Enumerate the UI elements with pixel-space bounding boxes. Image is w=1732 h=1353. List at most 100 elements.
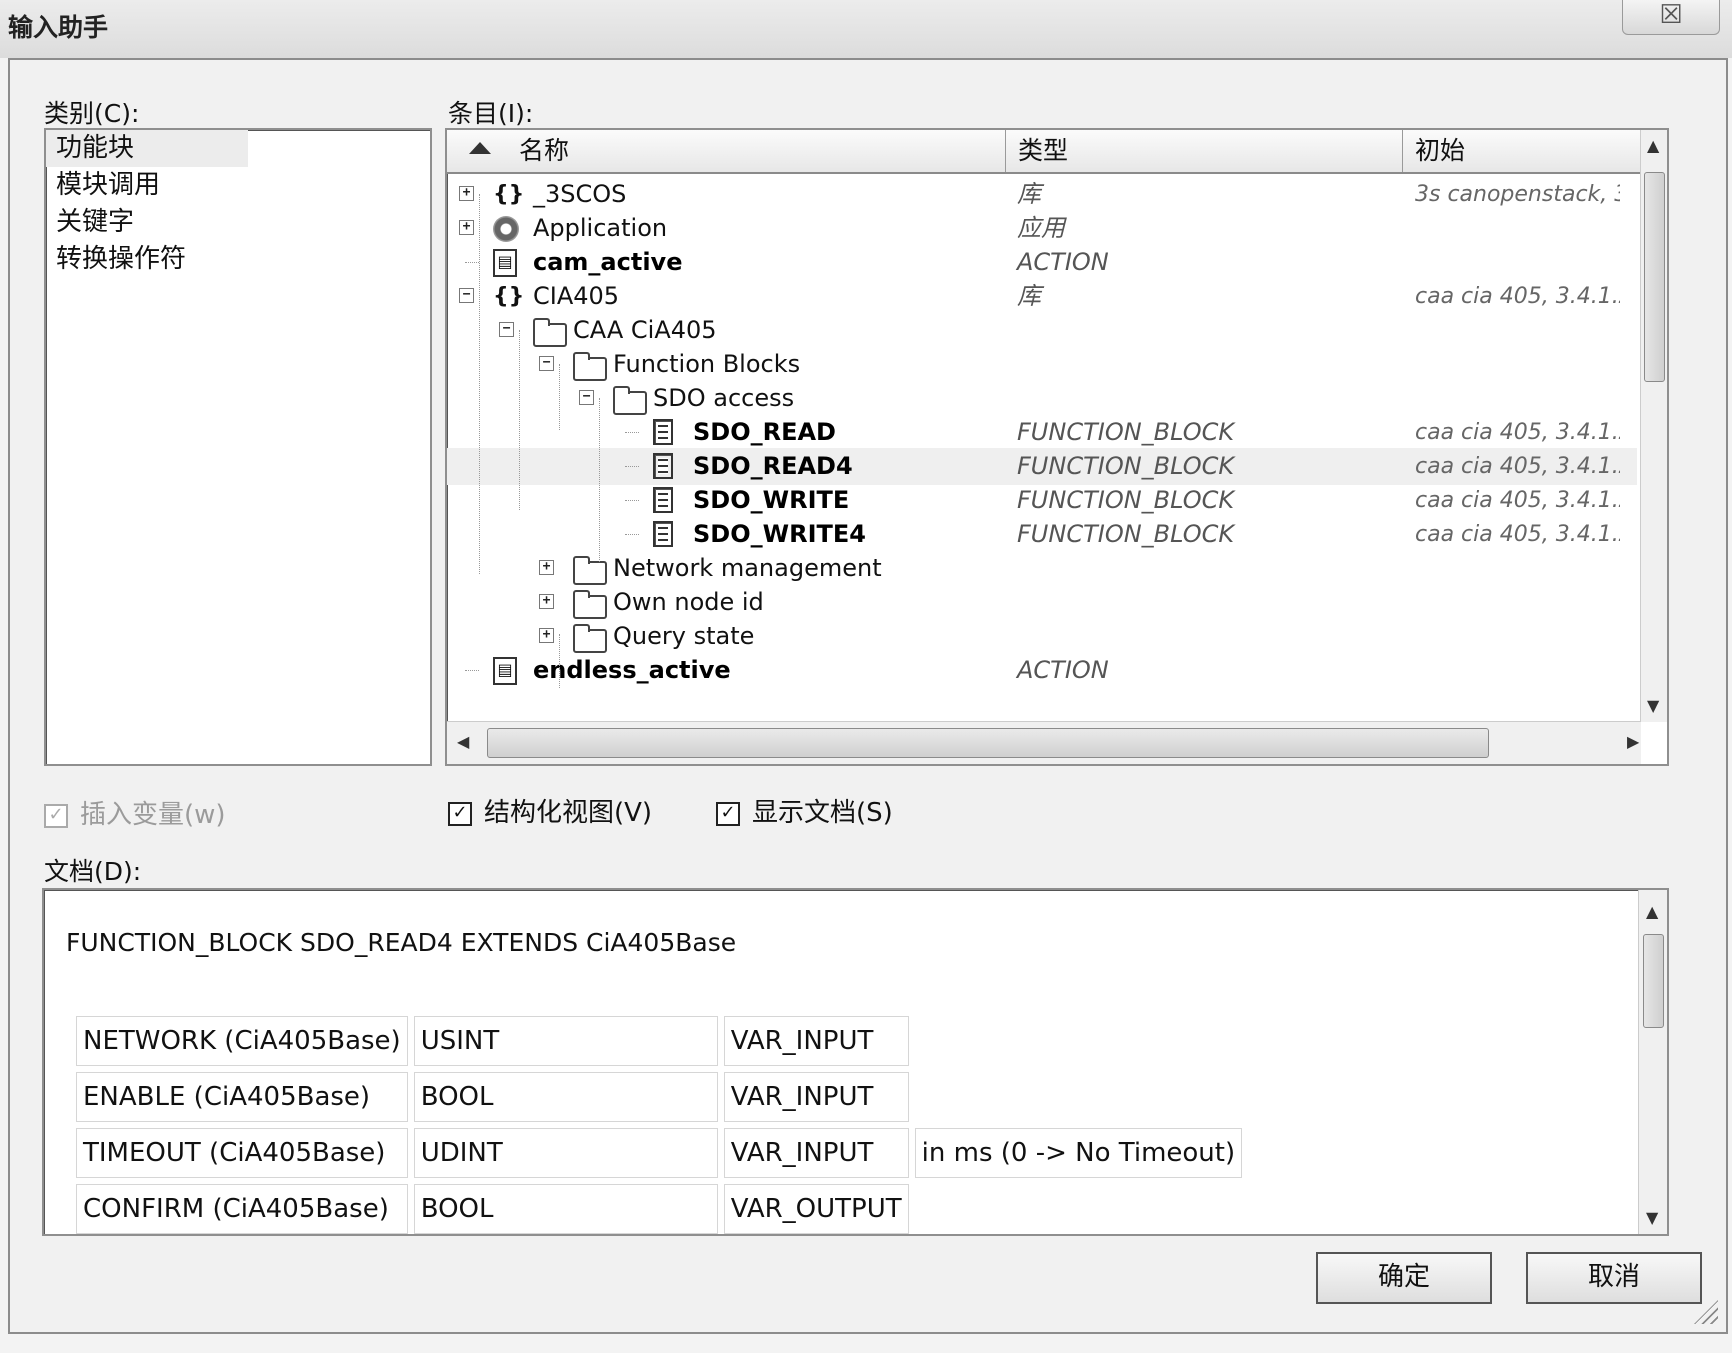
document-icon	[653, 453, 673, 479]
document-icon	[653, 419, 673, 445]
expand-icon[interactable]: +	[539, 594, 554, 609]
doc-table-cell: BOOL	[413, 1184, 718, 1234]
tree-item-init: caa cia 405, 3.4.1.20 (	[1415, 454, 1620, 479]
tree-row[interactable]: − {} CIA405 库 caa cia 405, 3.4.1.20 (	[447, 278, 1637, 315]
expand-icon[interactable]: +	[539, 628, 554, 643]
show-docs-checkbox[interactable]: ✓ 显示文档(S)	[716, 792, 893, 829]
tree-item-init: 3s canopenstack, 3.4.	[1415, 182, 1620, 207]
column-init-label: 初始	[1415, 136, 1466, 165]
tree-item-init: caa cia 405, 3.4.1.20 (	[1415, 284, 1620, 309]
collapse-icon[interactable]: −	[499, 322, 514, 337]
scroll-up-icon[interactable]: ▲	[1647, 136, 1659, 155]
column-header-type[interactable]: 类型	[1006, 130, 1403, 172]
doc-table-cell: VAR_INPUT	[723, 1072, 909, 1122]
tree-row[interactable]: + Application 应用	[447, 210, 1637, 247]
tree-connector	[465, 262, 479, 263]
tree-item-init: caa cia 405, 3.4.1.20 (	[1415, 420, 1620, 445]
tree-row[interactable]: ▤ cam_active ACTION	[447, 244, 1637, 281]
tree-row[interactable]: SDO_READ4 FUNCTION_BLOCK caa cia 405, 3.4.…	[447, 448, 1637, 485]
category-list[interactable]: 功能块 模块调用 关键字 转换操作符	[44, 128, 432, 766]
tree-item-name: SDO_WRITE	[693, 486, 850, 514]
column-name-label: 名称	[519, 136, 570, 165]
checkbox-check-icon: ✓	[44, 803, 68, 828]
tree-row[interactable]: + Own node id	[447, 584, 1637, 621]
doc-table-cell: UDINT	[413, 1128, 718, 1178]
tree-item-name: SDO_WRITE4	[693, 520, 866, 548]
expand-icon[interactable]: +	[459, 220, 474, 235]
tree-item-type: FUNCTION_BLOCK	[1017, 418, 1235, 446]
tree-connector	[625, 500, 639, 501]
scroll-left-icon[interactable]: ◀	[457, 732, 469, 751]
doc-table-cell: USINT	[413, 1016, 718, 1066]
scroll-up-icon[interactable]: ▲	[1646, 902, 1658, 921]
tree-row[interactable]: − CAA CiA405	[447, 312, 1637, 349]
tree-item-type: FUNCTION_BLOCK	[1017, 520, 1235, 548]
scroll-right-icon[interactable]: ▶	[1627, 732, 1639, 751]
tree-row[interactable]: + {} _3SCOS 库 3s canopenstack, 3.4.	[447, 176, 1637, 213]
title-bar: 输入助手 ☒	[0, 0, 1732, 58]
tree-item-name: _3SCOS	[533, 180, 627, 208]
expand-icon[interactable]: +	[459, 186, 474, 201]
window-title: 输入助手	[8, 13, 109, 42]
column-header-init[interactable]: 初始	[1403, 130, 1633, 172]
tree-row[interactable]: SDO_READ FUNCTION_BLOCK caa cia 405, 3.4.1…	[447, 414, 1637, 451]
category-item[interactable]: 关键字	[46, 204, 430, 241]
tree-item-name: SDO_READ4	[693, 452, 853, 480]
doc-vertical-scrollbar[interactable]: ▲ ▼	[1638, 890, 1667, 1234]
tree-row[interactable]: SDO_WRITE4 FUNCTION_BLOCK caa cia 405, 3.4…	[447, 516, 1637, 553]
tree-row[interactable]: SDO_WRITE FUNCTION_BLOCK caa cia 405, 3.4.…	[447, 482, 1637, 519]
doc-variable-table: NETWORK (CiA405Base) USINT VAR_INPUT ENABLE…	[70, 1010, 1248, 1234]
structured-view-label: 结构化视图(V)	[484, 798, 653, 828]
tree-header: 名称 类型 初始	[447, 130, 1655, 174]
category-item[interactable]: 模块调用	[46, 167, 430, 204]
category-item[interactable]: 转换操作符	[46, 241, 430, 278]
folder-icon	[573, 590, 607, 619]
expand-icon[interactable]: +	[539, 560, 554, 575]
tree-connector	[625, 466, 639, 467]
documentation-panel[interactable]: FUNCTION_BLOCK SDO_READ4 EXTENDS CiA405B…	[42, 888, 1669, 1236]
items-tree[interactable]: 名称 类型 初始 + {} _3SCOS 库 3s canopenstack, 3.4.…	[445, 128, 1669, 766]
tree-horizontal-scroll-thumb[interactable]	[487, 728, 1489, 758]
tree-row[interactable]: ▤ endless_active ACTION	[447, 652, 1637, 689]
tree-row[interactable]: − Function Blocks	[447, 346, 1637, 383]
cancel-button[interactable]: 取消	[1526, 1252, 1702, 1304]
tree-item-type: 应用	[1017, 214, 1065, 242]
tree-connector	[599, 398, 600, 562]
document-icon	[653, 521, 673, 547]
tree-item-name: CAA CiA405	[573, 316, 717, 344]
scroll-down-icon[interactable]: ▼	[1646, 1208, 1658, 1227]
collapse-icon[interactable]: −	[579, 390, 594, 405]
tree-item-name: Query state	[613, 622, 755, 650]
tree-row[interactable]: + Network management	[447, 550, 1637, 587]
collapse-icon[interactable]: −	[539, 356, 554, 371]
doc-table-cell: VAR_OUTPUT	[723, 1184, 909, 1234]
tree-connector	[479, 194, 480, 574]
braces-icon: {}	[493, 284, 525, 309]
doc-table-cell: in ms (0 -> No Timeout)	[914, 1128, 1243, 1178]
column-header-name[interactable]: 名称	[447, 130, 1006, 172]
doc-table-cell	[915, 1184, 1242, 1234]
items-label: 条目(I):	[448, 99, 534, 128]
doc-vertical-scroll-thumb[interactable]	[1643, 934, 1664, 1028]
tree-horizontal-scrollbar[interactable]: ◀ ▶	[447, 721, 1641, 764]
action-icon: ▤	[493, 249, 517, 277]
structured-view-checkbox[interactable]: ✓ 结构化视图(V)	[448, 792, 652, 829]
close-button[interactable]: ☒	[1622, 0, 1720, 35]
braces-icon: {}	[493, 182, 525, 207]
tree-vertical-scrollbar[interactable]: ▲ ▼	[1640, 130, 1667, 722]
category-item[interactable]: 功能块	[46, 130, 248, 167]
tree-item-type: 库	[1017, 282, 1041, 310]
tree-connector	[559, 364, 560, 430]
doc-table-row: CONFIRM (CiA405Base) BOOL VAR_OUTPUT	[76, 1184, 1242, 1234]
collapse-icon[interactable]: −	[459, 288, 474, 303]
tree-row[interactable]: − SDO access	[447, 380, 1637, 417]
tree-item-type: ACTION	[1017, 248, 1109, 276]
gear-icon	[493, 216, 519, 242]
ok-button[interactable]: 确定	[1316, 1252, 1492, 1304]
scroll-down-icon[interactable]: ▼	[1647, 696, 1659, 715]
tree-item-type: FUNCTION_BLOCK	[1017, 486, 1235, 514]
tree-item-name: Application	[533, 214, 668, 242]
tree-vertical-scroll-thumb[interactable]	[1644, 172, 1665, 382]
sort-ascending-icon	[469, 142, 491, 154]
tree-row[interactable]: + Query state	[447, 618, 1637, 655]
